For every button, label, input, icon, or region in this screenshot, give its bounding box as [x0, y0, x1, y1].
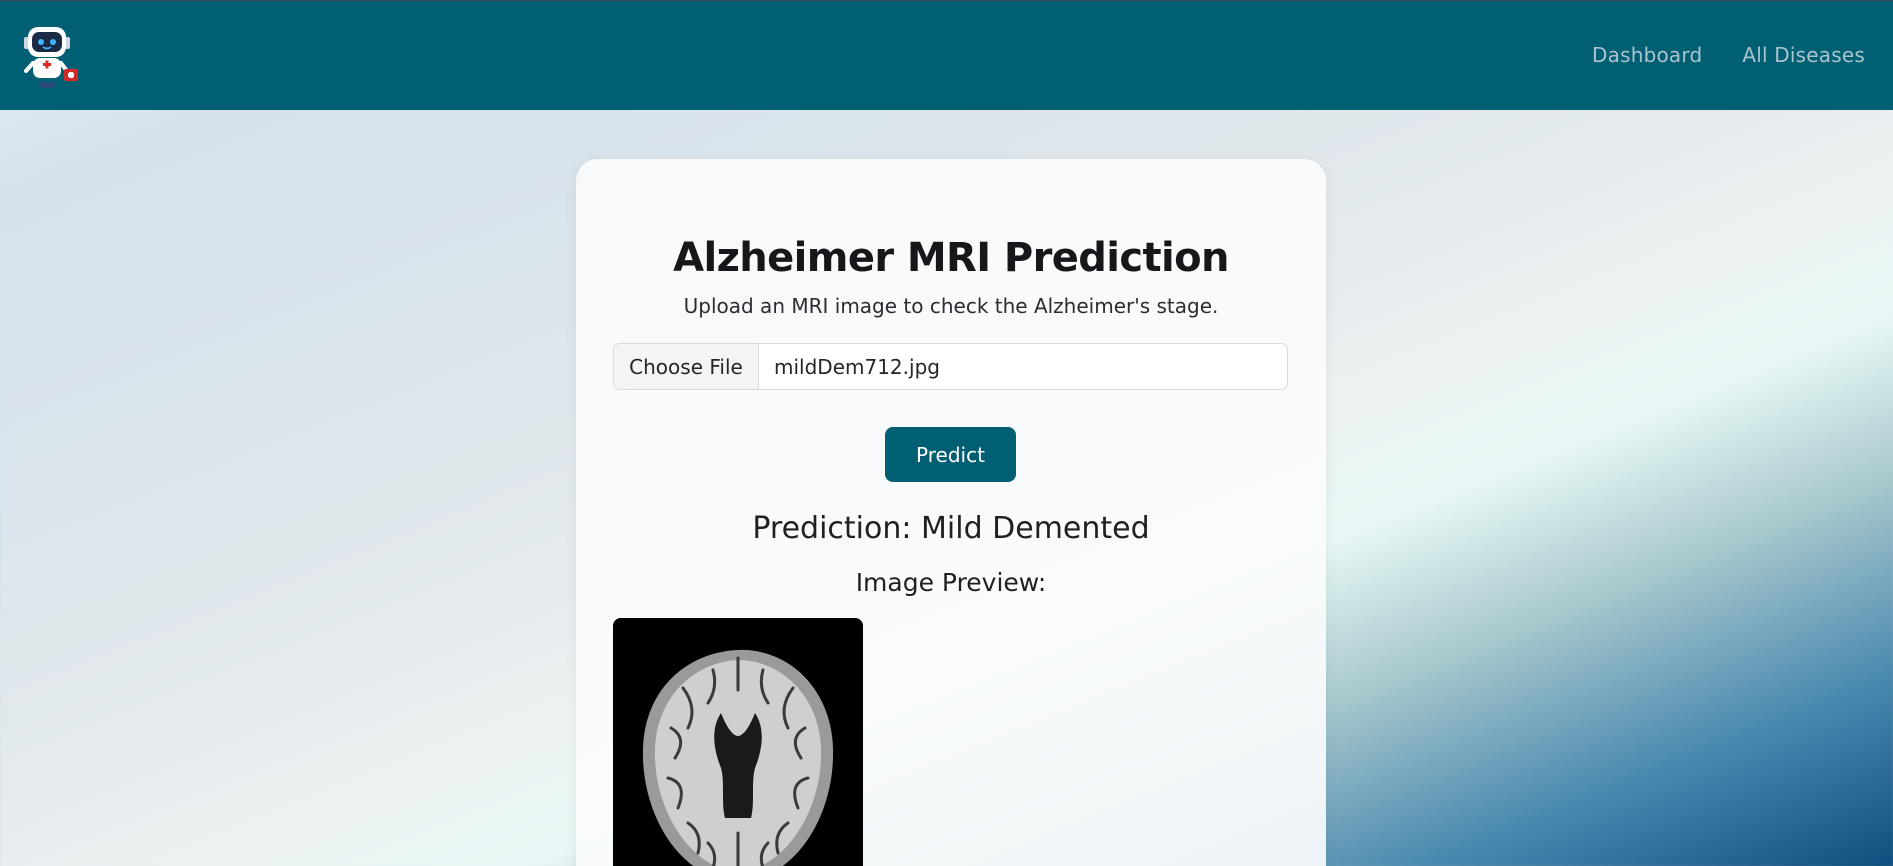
choose-file-button[interactable]: Choose File [614, 344, 759, 389]
prediction-result: Prediction: Mild Demented [576, 511, 1326, 546]
prediction-card: Alzheimer MRI Prediction Upload an MRI i… [576, 159, 1326, 866]
selected-file-name: mildDem712.jpg [774, 354, 940, 379]
page-title: Alzheimer MRI Prediction [673, 235, 1229, 281]
mri-file-input[interactable]: Choose File mildDem712.jpg [613, 343, 1288, 390]
prediction-value: Mild Demented [921, 511, 1150, 546]
page-subtitle: Upload an MRI image to check the Alzheim… [683, 294, 1219, 318]
image-preview-label: Image Preview: [855, 568, 1047, 597]
nav-link-dashboard[interactable]: Dashboard [1592, 43, 1702, 67]
brain-mri-image [613, 618, 863, 866]
prediction-label: Prediction: [752, 511, 912, 546]
nav-link-all-diseases[interactable]: All Diseases [1742, 43, 1865, 67]
nav-links: Dashboard All Diseases [1592, 43, 1865, 67]
navbar: Dashboard All Diseases [0, 0, 1893, 110]
robot-doctor-logo-icon[interactable] [18, 23, 84, 91]
predict-button[interactable]: Predict [885, 427, 1016, 482]
